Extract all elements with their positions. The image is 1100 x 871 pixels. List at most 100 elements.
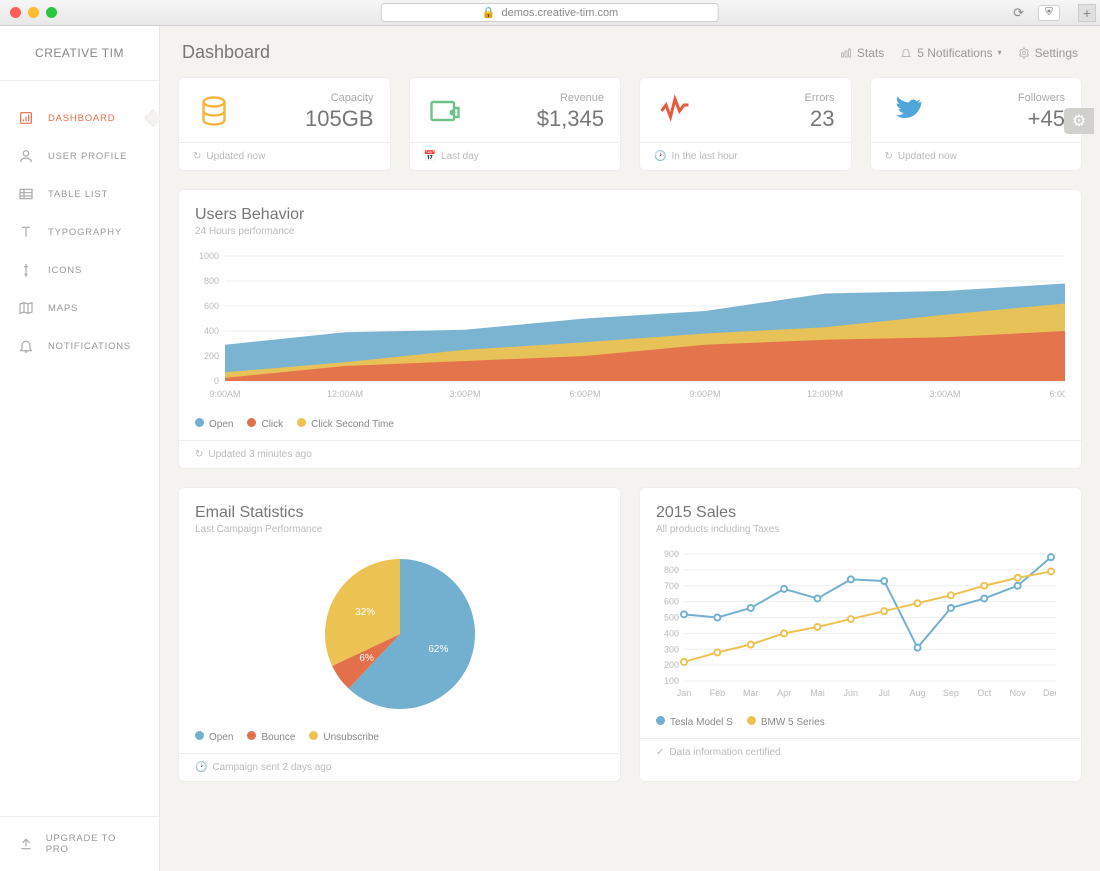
svg-text:Mai: Mai [810, 688, 825, 698]
nav-label: ICONS [48, 265, 82, 276]
behavior-footer: ↻ Updated 3 minutes ago [179, 440, 1081, 468]
pie-chart: 62%6%32% [300, 549, 500, 719]
shield-button[interactable]: ⛨ [1038, 5, 1060, 21]
bell-icon [900, 47, 912, 59]
browser-chrome: 🔒 demos.creative-tim.com ⟳ ⛨ + [0, 0, 1100, 26]
stat-value: +45 [937, 106, 1066, 132]
notifications-dropdown[interactable]: 5 Notifications ▾ [900, 46, 1001, 60]
settings-gear-float[interactable]: ⚙ [1064, 108, 1094, 134]
address-bar[interactable]: 🔒 demos.creative-tim.com [381, 3, 719, 22]
stat-value: 105GB [245, 106, 374, 132]
upgrade-link[interactable]: UPGRADE TO PRO [0, 816, 159, 871]
check-icon: ✓ [656, 747, 664, 758]
chart-subtitle: 24 Hours performance [195, 226, 1065, 237]
stat-footer: 📅Last day [410, 142, 621, 170]
svg-text:9:00PM: 9:00PM [689, 389, 720, 399]
svg-text:500: 500 [664, 613, 679, 623]
email-footer: 🕑 Campaign sent 2 days ago [179, 753, 620, 781]
svg-text:Aug: Aug [910, 688, 926, 698]
legend-item: Open [195, 418, 233, 430]
pen-icon [18, 262, 34, 278]
bell-icon [18, 338, 34, 354]
sidebar-item-maps[interactable]: MAPS [0, 289, 159, 327]
nav-label: NOTIFICATIONS [48, 341, 131, 352]
sidebar-item-dashboard[interactable]: DASHBOARD [0, 99, 159, 137]
svg-text:900: 900 [664, 549, 679, 559]
email-legend: OpenBounceUnsubscribe [195, 731, 604, 743]
chart-icon [840, 47, 852, 59]
chevron-down-icon: ▾ [998, 48, 1002, 57]
svg-text:1000: 1000 [199, 251, 219, 261]
svg-text:Mar: Mar [743, 688, 759, 698]
sidebar: CREATIVE TIM DASHBOARD USER PROFILE TABLE … [0, 26, 160, 871]
stat-label: Followers [937, 92, 1066, 104]
stat-card-revenue: Revenue $1,345 📅Last day [409, 77, 622, 171]
upload-icon [18, 836, 34, 852]
sidebar-item-icons[interactable]: ICONS [0, 251, 159, 289]
stat-card-errors: Errors 23 🕑In the last hour [639, 77, 852, 171]
stat-label: Capacity [245, 92, 374, 104]
stat-icon [195, 92, 233, 130]
sidebar-item-user-profile[interactable]: USER PROFILE [0, 137, 159, 175]
legend-item: Click Second Time [297, 418, 394, 430]
stats-link[interactable]: Stats [840, 46, 884, 60]
svg-text:700: 700 [664, 581, 679, 591]
user-icon [18, 148, 34, 164]
table-icon [18, 186, 34, 202]
svg-text:Nov: Nov [1010, 688, 1027, 698]
svg-text:12:00PM: 12:00PM [807, 389, 843, 399]
footer-icon: 🕑 [654, 151, 666, 162]
chart-icon [18, 110, 34, 126]
stat-icon [656, 92, 694, 130]
svg-text:Jul: Jul [878, 688, 890, 698]
nav-label: USER PROFILE [48, 151, 127, 162]
nav-label: TYPOGRAPHY [48, 227, 122, 238]
chart-subtitle: All products including Taxes [656, 524, 1065, 535]
svg-text:Apr: Apr [777, 688, 791, 698]
legend-item: Bounce [247, 731, 295, 743]
svg-text:600: 600 [204, 301, 219, 311]
page-title: Dashboard [182, 42, 270, 63]
url-text: demos.creative-tim.com [501, 7, 618, 19]
footer-icon: 📅 [424, 151, 436, 162]
new-tab-button[interactable]: + [1078, 4, 1096, 22]
chart-title: Users Behavior [195, 206, 1065, 224]
stat-footer: 🕑In the last hour [640, 142, 851, 170]
window-controls[interactable] [10, 7, 57, 18]
sidebar-item-table-list[interactable]: TABLE LIST [0, 175, 159, 213]
stat-card-capacity: Capacity 105GB ↻Updated now [178, 77, 391, 171]
svg-text:Feb: Feb [710, 688, 726, 698]
svg-text:800: 800 [664, 565, 679, 575]
svg-text:400: 400 [664, 628, 679, 638]
svg-text:300: 300 [664, 644, 679, 654]
svg-text:32%: 32% [355, 607, 375, 618]
svg-text:600: 600 [664, 597, 679, 607]
upgrade-label: UPGRADE TO PRO [46, 833, 141, 855]
svg-text:Dec: Dec [1043, 688, 1056, 698]
topbar: Dashboard Stats 5 Notifications ▾ Settin… [178, 26, 1082, 77]
line-chart: 100200300400500600700800900JanFebMarAprM… [656, 549, 1056, 699]
legend-item: Open [195, 731, 233, 743]
stat-icon [887, 92, 925, 130]
sales-legend: Tesla Model SBMW 5 Series [656, 716, 1065, 728]
clock-icon: 🕑 [195, 762, 207, 773]
svg-text:6:00AM: 6:00AM [1049, 389, 1065, 399]
stat-icon [426, 92, 464, 130]
svg-text:6:00PM: 6:00PM [569, 389, 600, 399]
reload-icon[interactable]: ⟳ [1013, 5, 1024, 21]
gear-icon [1018, 47, 1030, 59]
stat-label: Revenue [476, 92, 605, 104]
nav-label: DASHBOARD [48, 113, 115, 124]
stat-card-followers: Followers +45 ↻Updated now [870, 77, 1083, 171]
svg-text:6%: 6% [359, 653, 374, 664]
map-icon [18, 300, 34, 316]
sidebar-item-notifications[interactable]: NOTIFICATIONS [0, 327, 159, 365]
sidebar-item-typography[interactable]: TYPOGRAPHY [0, 213, 159, 251]
lock-icon: 🔒 [482, 6, 496, 19]
svg-text:100: 100 [664, 676, 679, 686]
email-stats-card: Email Statistics Last Campaign Performan… [178, 487, 621, 782]
brand-logo[interactable]: CREATIVE TIM [0, 26, 159, 81]
settings-link[interactable]: Settings [1018, 46, 1078, 60]
stat-footer: ↻Updated now [179, 142, 390, 170]
text-icon [18, 224, 34, 240]
